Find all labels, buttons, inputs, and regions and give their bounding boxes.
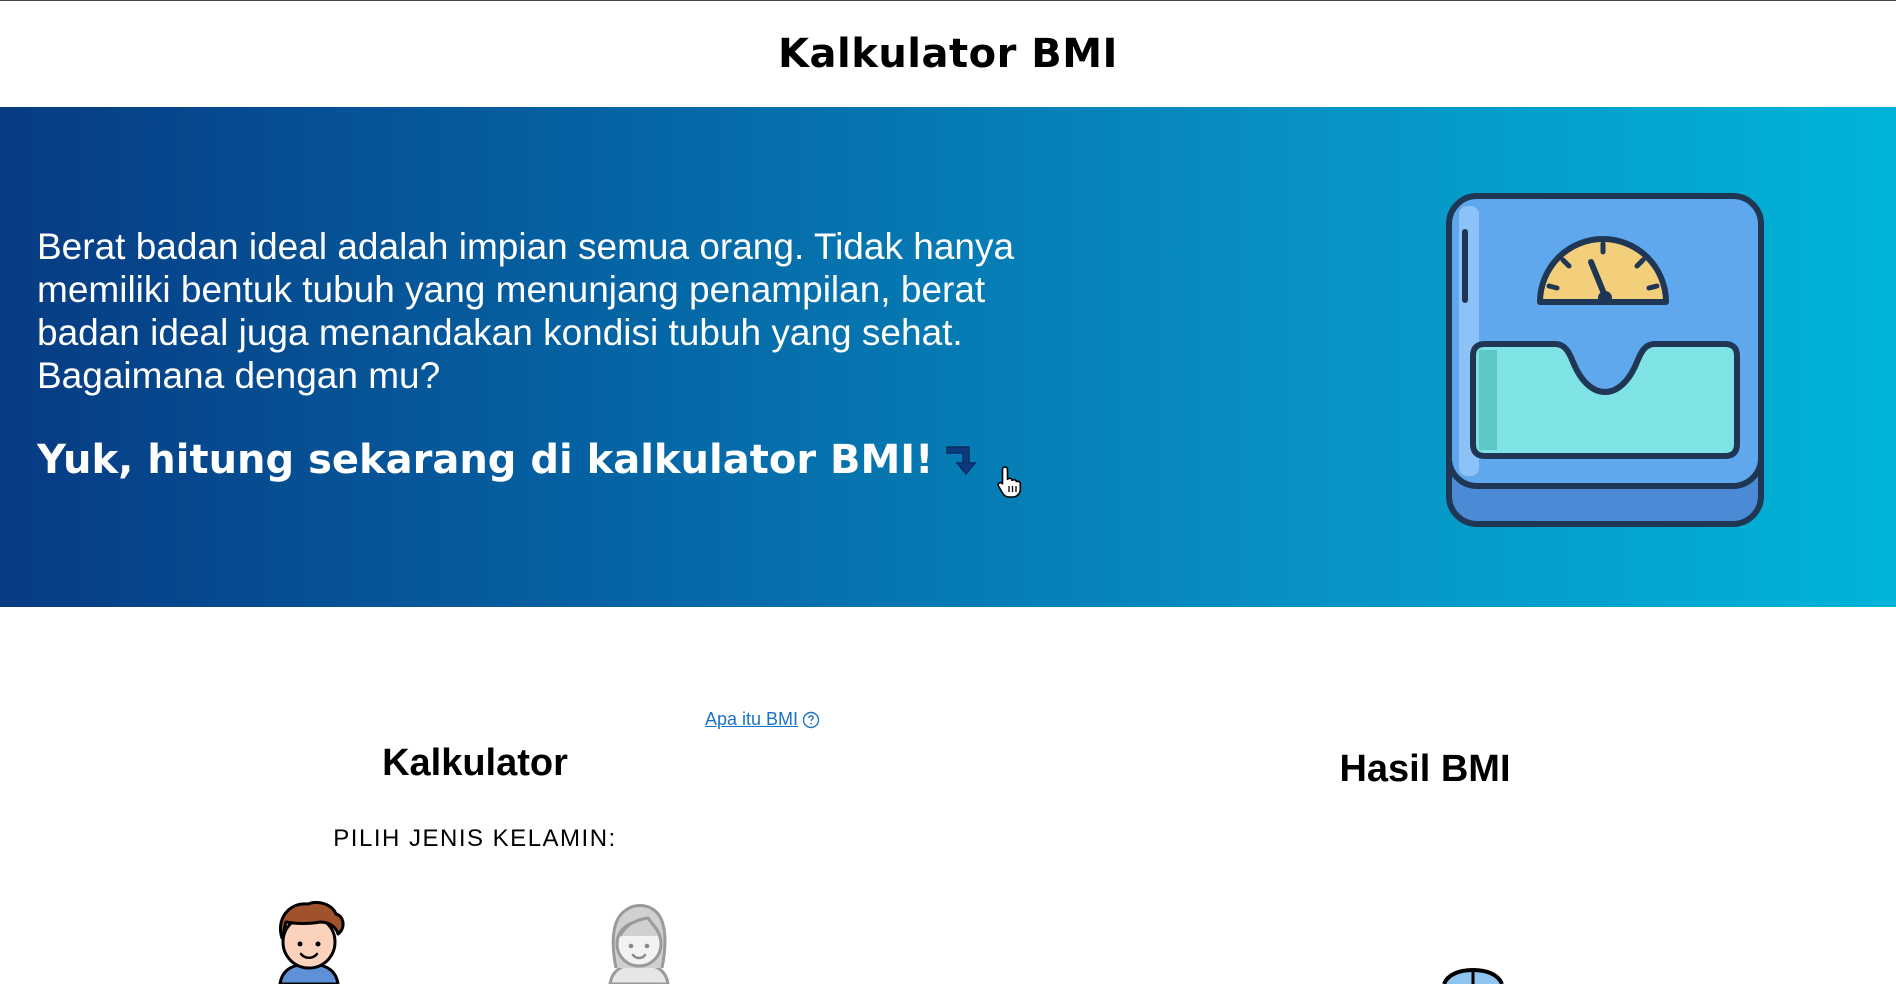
result-title: Hasil BMI (1339, 748, 1511, 790)
calculator-title: Kalkulator (382, 742, 568, 784)
page-header: Kalkulator BMI (0, 1, 1896, 107)
male-avatar-icon[interactable] (266, 898, 352, 984)
question-circle-icon (802, 711, 820, 728)
gender-label: PILIH JENIS KELAMIN: (333, 825, 617, 852)
weight-scale-icon (1446, 193, 1764, 527)
hero-paragraph: Berat badan ideal adalah impian semua or… (37, 226, 1015, 396)
female-avatar-icon[interactable] (596, 898, 682, 984)
page-title: Kalkulator BMI (778, 31, 1118, 77)
what-is-bmi-label: Apa itu BMI (705, 709, 799, 729)
hero-cta: Yuk, hitung sekarang di kalkulator BMI! (37, 437, 985, 483)
result-gauge-icon (1442, 968, 1504, 984)
arrow-turn-down-icon (946, 446, 977, 476)
hero-cta-text: Yuk, hitung sekarang di kalkulator BMI! (37, 437, 934, 483)
hand-pointer-icon (997, 466, 1022, 498)
hero-banner: Berat badan ideal adalah impian semua or… (0, 107, 1896, 607)
what-is-bmi-link[interactable]: Apa itu BMI (705, 709, 820, 730)
